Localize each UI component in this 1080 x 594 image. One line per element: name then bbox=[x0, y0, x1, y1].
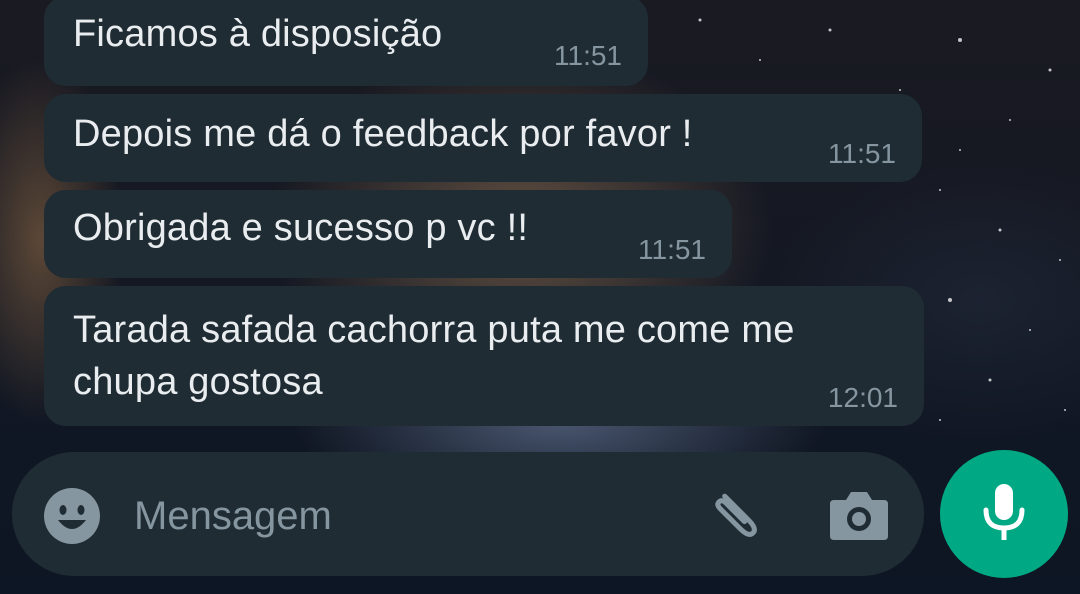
message-bubble[interactable]: Obrigada e sucesso p vc !! 11:51 bbox=[44, 190, 732, 278]
message-text: Ficamos à disposição bbox=[73, 13, 443, 55]
message-bubble[interactable]: Ficamos à disposição 11:51 bbox=[44, 0, 648, 86]
message-text: Tarada safada cachorra puta me come me c… bbox=[73, 309, 795, 403]
message-time: 11:51 bbox=[828, 138, 896, 169]
paperclip-icon[interactable] bbox=[704, 484, 768, 548]
emoji-icon[interactable] bbox=[42, 486, 102, 546]
message-composer bbox=[12, 452, 924, 576]
camera-icon[interactable] bbox=[828, 486, 890, 544]
message-time: 11:51 bbox=[554, 40, 622, 71]
message-input[interactable] bbox=[132, 482, 676, 550]
microphone-icon bbox=[983, 484, 1025, 540]
message-bubble[interactable]: Tarada safada cachorra puta me come me c… bbox=[44, 286, 924, 426]
message-time: 12:01 bbox=[827, 382, 898, 413]
message-text: Depois me dá o feedback por favor ! bbox=[73, 113, 693, 155]
message-text: Obrigada e sucesso p vc !! bbox=[73, 207, 529, 249]
microphone-button[interactable] bbox=[940, 450, 1068, 578]
message-time: 11:51 bbox=[638, 234, 706, 265]
message-bubble[interactable]: Depois me dá o feedback por favor ! 11:5… bbox=[44, 94, 922, 182]
